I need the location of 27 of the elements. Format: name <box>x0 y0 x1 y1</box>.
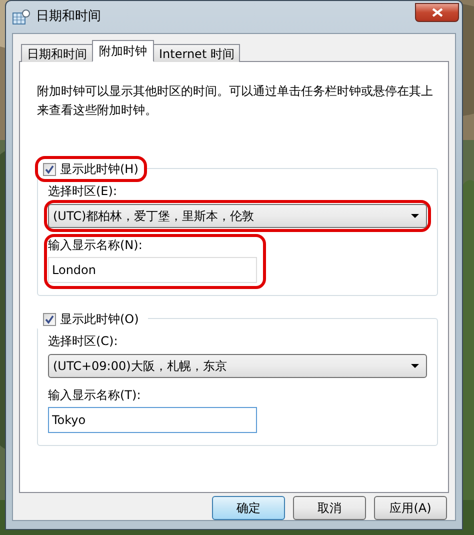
dialog-button[interactable]: 确定 <box>212 496 285 520</box>
tab[interactable]: Internet 时间 <box>153 44 240 62</box>
field-label: 选择时区(C): <box>48 333 118 349</box>
window-title: 日期和时间 <box>36 8 101 26</box>
check-icon <box>45 164 54 174</box>
dropdown-arrow-icon <box>411 214 419 218</box>
name-field[interactable]: London <box>48 257 257 283</box>
field-label: 输入显示名称(N): <box>48 237 144 253</box>
name-field[interactable]: Tokyo <box>48 407 257 433</box>
dialog-button[interactable]: 取消 <box>293 496 366 520</box>
description-text: 附加时钟可以显示其他时区的时间。可以通过单击任务栏时钟或悬停在其上来查看这些附加时钟。 <box>37 83 434 119</box>
dropdown-arrow-icon <box>411 364 419 368</box>
timezone-dropdown[interactable]: (UTC)都柏林，爱丁堡，里斯本，伦敦 <box>48 204 427 228</box>
calendar-clock-icon <box>12 9 30 25</box>
checkbox[interactable] <box>43 312 56 326</box>
field-label: 选择时区(E): <box>48 183 117 199</box>
close-button[interactable] <box>415 3 459 22</box>
tab[interactable]: 日期和时间 <box>21 44 93 62</box>
checkbox[interactable] <box>43 162 56 176</box>
timezone-dropdown[interactable]: (UTC+09:00)大阪，札幌，东京 <box>48 354 427 378</box>
dialog-button[interactable]: 应用(A) <box>374 496 447 520</box>
tab[interactable]: 附加时钟 <box>92 40 154 62</box>
checkbox-label: 显示此时钟(H) <box>60 161 138 178</box>
close-icon <box>432 8 442 17</box>
check-icon <box>45 314 54 324</box>
field-label: 输入显示名称(T): <box>48 387 142 403</box>
checkbox-label: 显示此时钟(O) <box>60 311 139 328</box>
